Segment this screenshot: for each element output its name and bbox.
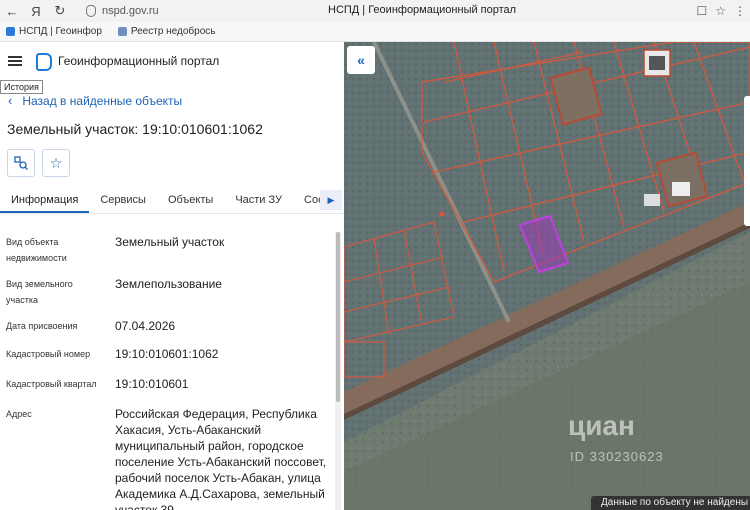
browser-toolbar: ← Я ↻ nspd.gov.ru НСПД | Геоинформационн… [0,0,750,22]
map-notification: Данные по объекту не найдены [591,496,750,510]
bookmark-registry[interactable]: Реестр недобрось [117,26,216,37]
registry-favicon-icon [117,27,127,36]
favorite-button[interactable]: ☆ [42,149,70,177]
browser-actions: ☐ ☆ ⋮ [696,0,746,22]
info-tabs: Информация Сервисы Объекты Части ЗУ Сост… [0,188,344,214]
url-text: nspd.gov.ru [102,5,159,17]
panel-scrollbar[interactable] [335,232,341,510]
tab-parts[interactable]: Части ЗУ [224,188,293,213]
info-panel: Геоинформационный портал История ‹ Назад… [0,42,344,510]
reload-icon[interactable]: ↻ [48,0,72,22]
bookmark-nspd[interactable]: НСПД | Геоинфор [6,26,102,37]
yandex-icon[interactable]: Я [24,0,48,22]
map-view[interactable] [344,42,750,510]
app-header: Геоинформационный портал [0,42,344,80]
satellite-map [344,42,750,510]
nspd-favicon-icon [6,27,15,36]
bookmark-icon[interactable]: ☐ [696,4,707,18]
back-to-results-link[interactable]: ‹ Назад в найденные объекты [8,93,182,108]
cian-watermark: циан [568,410,635,441]
object-title: Земельный участок: 19:10:010601:1062 [7,121,263,137]
star-icon[interactable]: ☆ [715,4,726,18]
map-right-edge-panel [744,96,750,226]
app-title: Геоинформационный портал [58,54,220,68]
watermark-id: ID 330230623 [570,449,664,464]
star-outline-icon: ☆ [49,154,63,171]
hamburger-menu-icon[interactable] [8,56,22,66]
shield-icon [86,5,96,17]
locate-icon [14,156,28,170]
history-tooltip: История [0,80,43,94]
back-arrow-icon[interactable]: ← [0,0,24,22]
tab-information[interactable]: Информация [0,188,90,213]
tabs-scroll-right-icon[interactable]: ▶ [320,190,342,210]
page-title: НСПД | Геоинформационный портал [328,4,517,16]
tab-services[interactable]: Сервисы [89,188,157,213]
collapse-panel-button[interactable]: « [347,46,375,74]
chevron-left-icon: ‹ [8,93,13,108]
locate-on-map-button[interactable] [7,149,35,177]
menu-icon[interactable]: ⋮ [734,4,746,18]
tab-objects[interactable]: Объекты [157,188,224,213]
bookmarks-bar: НСПД | Геоинфор Реестр недобрось [0,22,750,42]
portal-logo-icon [36,53,52,71]
address-bar[interactable]: nspd.gov.ru [86,5,159,17]
